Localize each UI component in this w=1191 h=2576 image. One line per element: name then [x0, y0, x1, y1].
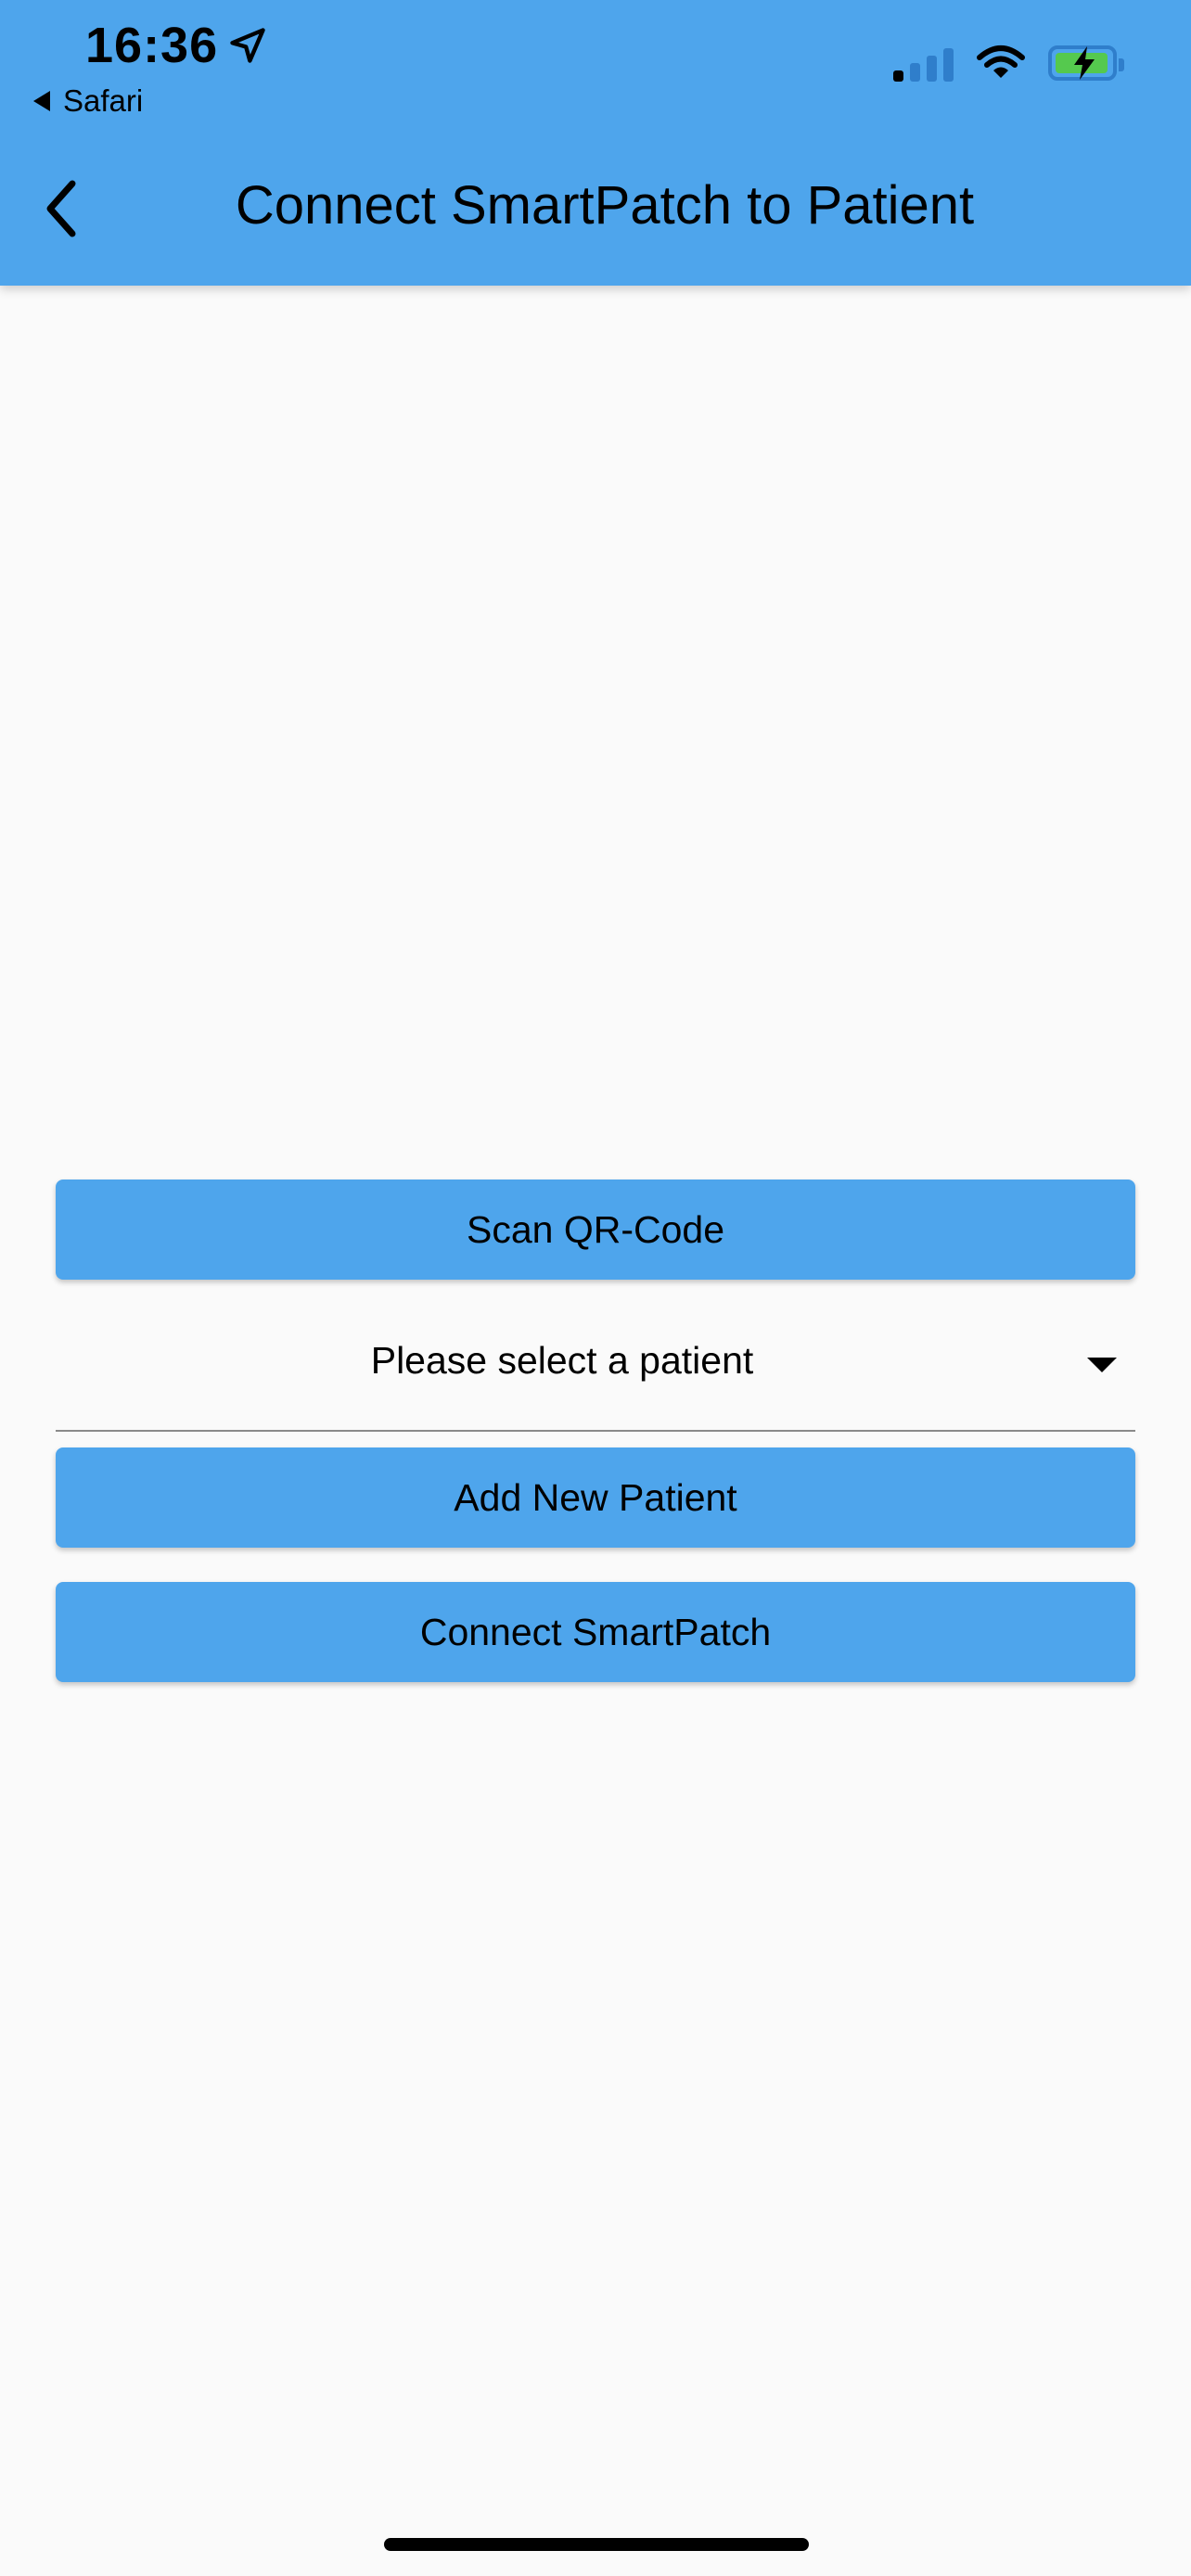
add-new-patient-button[interactable]: Add New Patient	[56, 1447, 1135, 1548]
home-indicator[interactable]	[384, 2538, 809, 2551]
patient-select-dropdown[interactable]: Please select a patient	[56, 1298, 1135, 1432]
back-to-app-link[interactable]: Safari	[33, 83, 143, 119]
location-arrow-icon	[230, 28, 265, 63]
cellular-signal-icon	[893, 45, 954, 82]
wifi-icon	[977, 45, 1025, 78]
dropdown-arrow-icon	[1087, 1358, 1117, 1372]
scan-qr-code-button[interactable]: Scan QR-Code	[56, 1180, 1135, 1280]
app-header: 16:36 Safari Connect SmartPatch to Patie…	[0, 0, 1191, 286]
battery-charging-icon	[1048, 45, 1124, 81]
status-indicators	[893, 45, 1124, 82]
patient-select-value: Please select a patient	[370, 1339, 754, 1382]
back-triangle-icon	[33, 91, 50, 111]
connect-smartpatch-button[interactable]: Connect SmartPatch	[56, 1582, 1135, 1682]
status-bar-time: 16:36	[85, 17, 268, 74]
page-title: Connect SmartPatch to Patient	[235, 175, 975, 236]
status-time-text: 16:36	[85, 18, 219, 73]
back-app-label: Safari	[63, 83, 144, 118]
